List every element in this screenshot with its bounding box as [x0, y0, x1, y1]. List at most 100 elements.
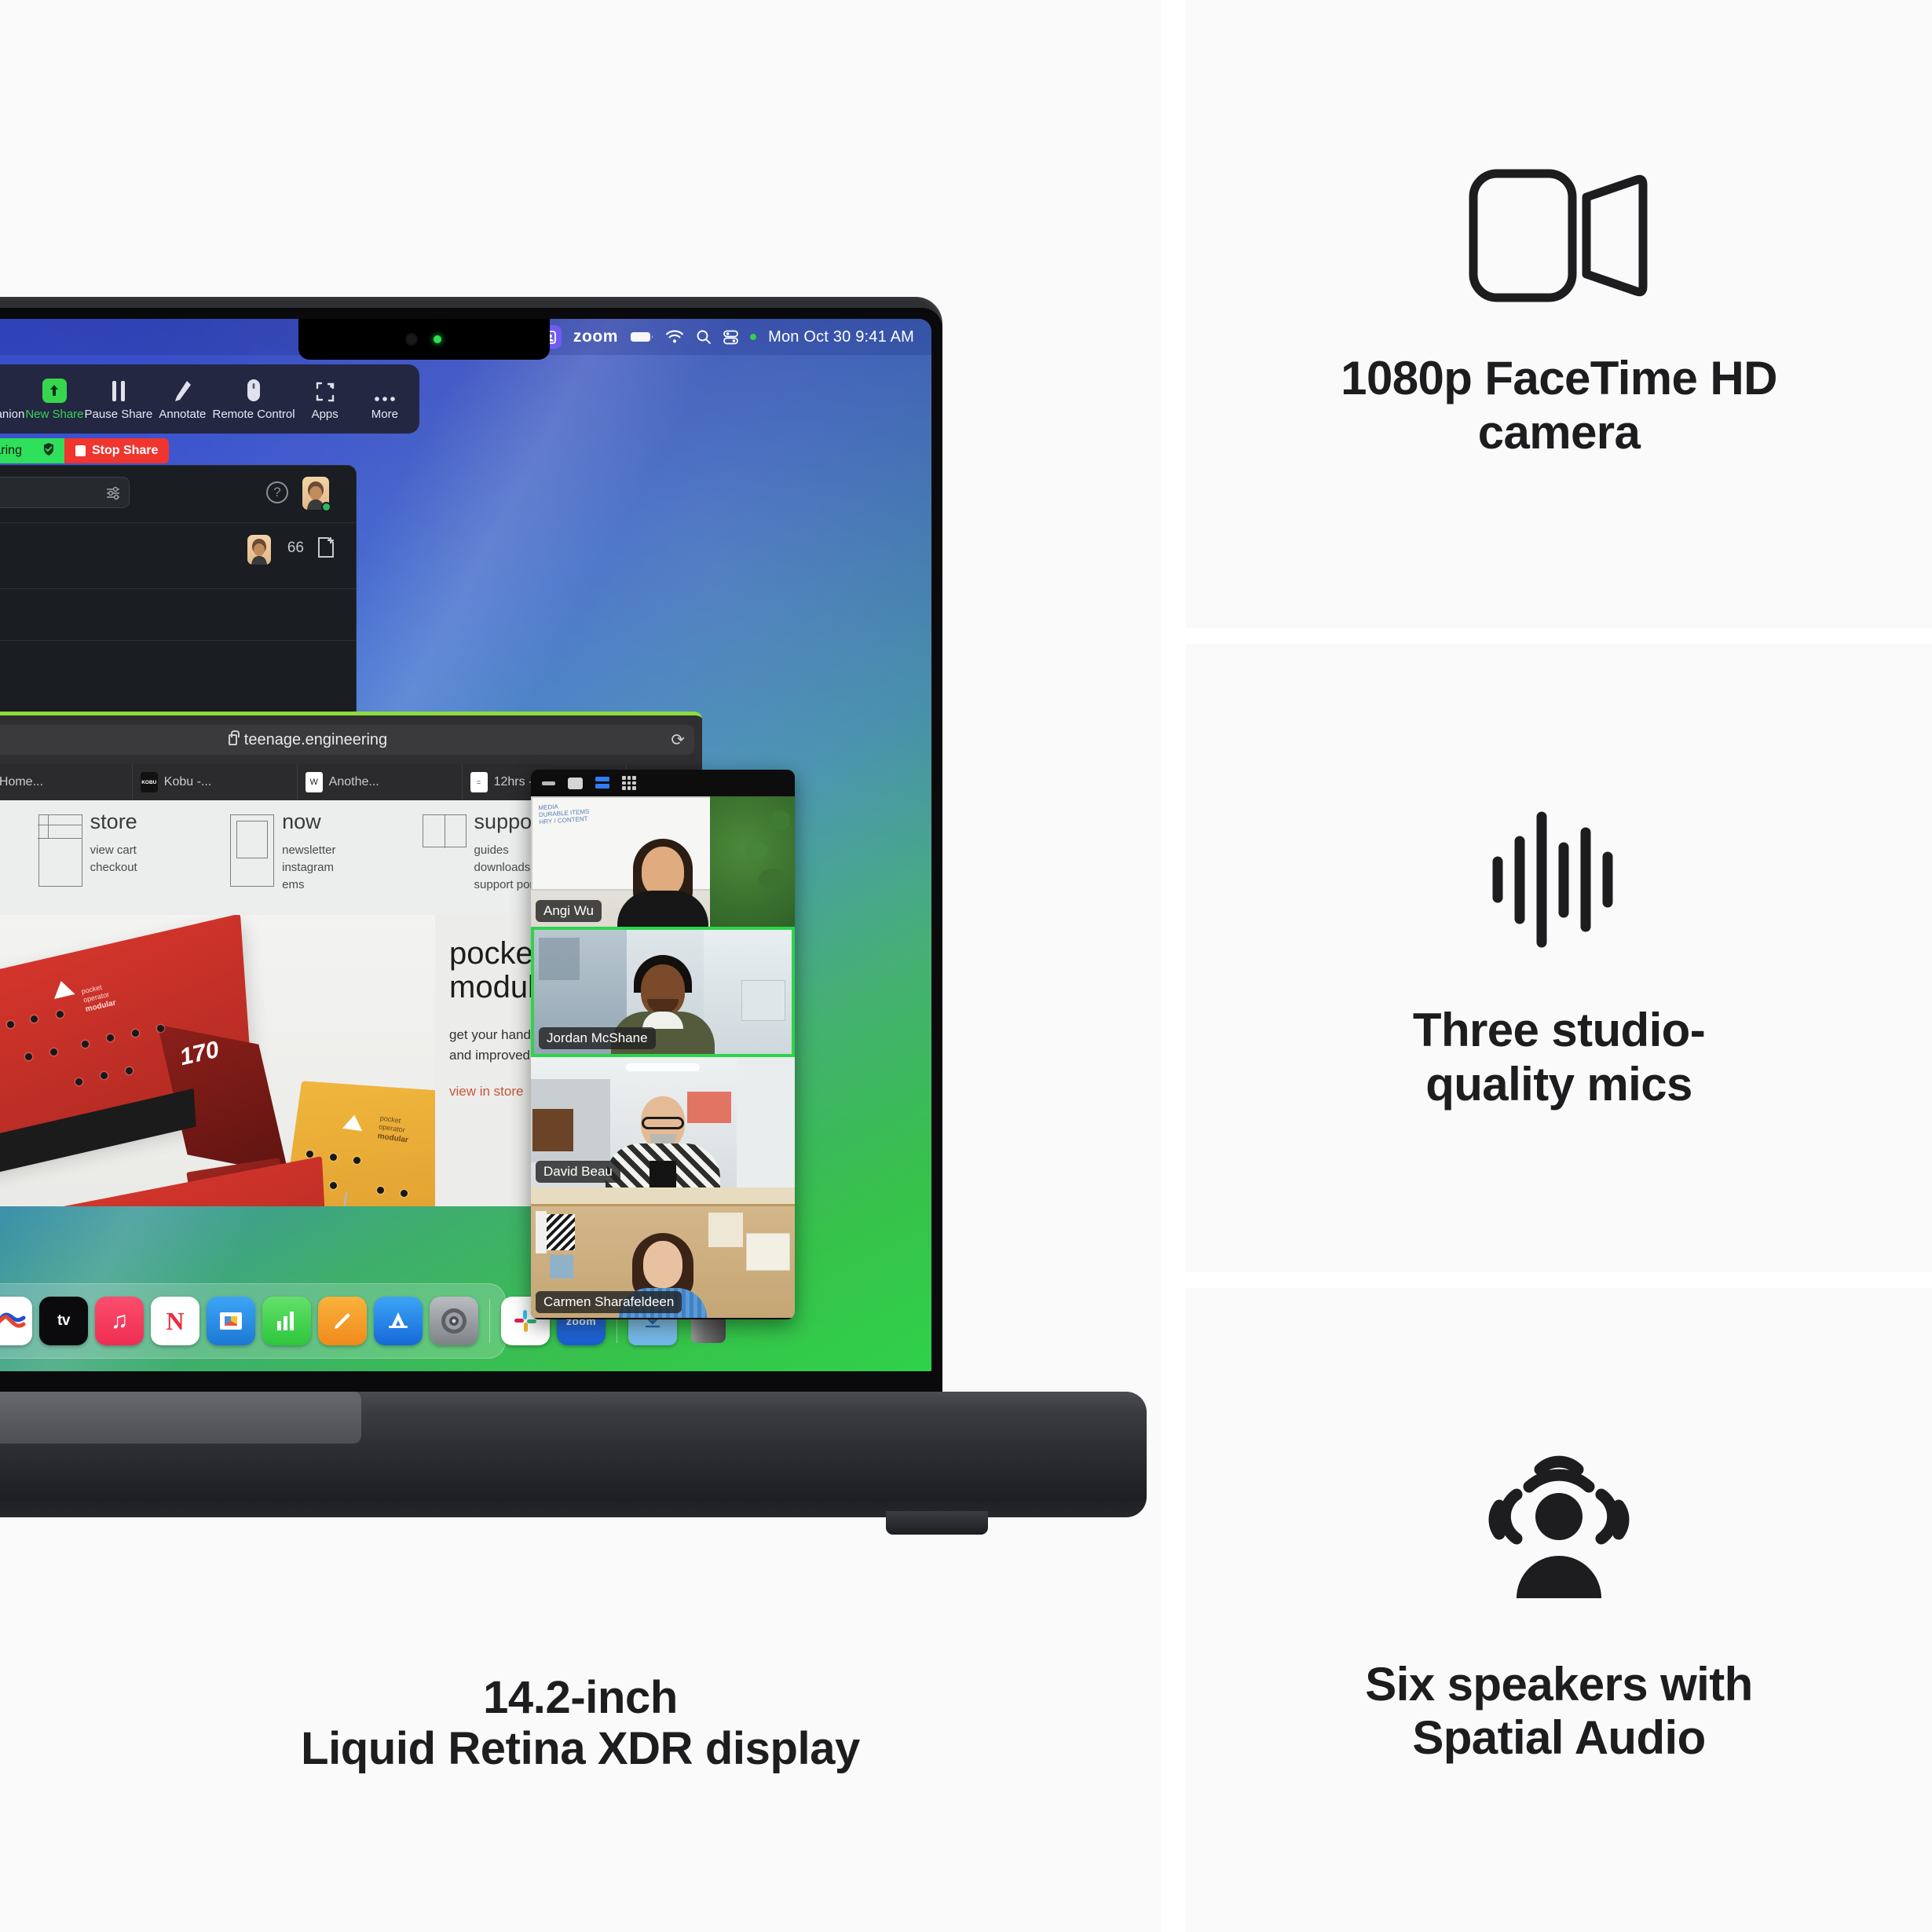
toolbar-item-apps[interactable]: Apps — [295, 378, 355, 421]
toolbar-item-annotate[interactable]: Annotate — [152, 378, 212, 421]
speakers-title-line-1: Six speakers with — [1365, 1657, 1753, 1711]
music-icon[interactable]: ♫ — [95, 1297, 144, 1345]
nav-title: now — [282, 810, 321, 833]
app-search-input[interactable] — [0, 477, 130, 508]
camera-title-line-2: camera — [1477, 405, 1641, 459]
stocks-icon[interactable] — [0, 1297, 32, 1345]
search-icon[interactable] — [696, 329, 712, 345]
participant-tile[interactable]: MEDIA DURABLE ITEMS HRY / CONTENT Angi W… — [531, 796, 795, 927]
numbers-icon[interactable] — [262, 1297, 311, 1345]
safari-toolbar[interactable]: › teenage.engineering ⟳ — [0, 715, 702, 764]
camera-lens-icon — [407, 335, 416, 344]
participant-avatar — [616, 834, 710, 927]
toolbar-item-new-share[interactable]: New Share — [24, 378, 84, 421]
safari-tab[interactable]: KOBU Kobu -... — [133, 764, 298, 800]
toolbar-item-ai-companion[interactable]: AI Companion — [0, 378, 24, 421]
participant-name: Carmen Sharafeldeen — [536, 1291, 682, 1313]
safari-tab[interactable]: W Anothe... — [298, 764, 463, 800]
facetime-camera-icon — [1469, 169, 1649, 306]
participant-tile[interactable]: David Beau — [531, 1057, 795, 1187]
apple-tv-icon[interactable]: tv — [39, 1297, 88, 1345]
gallery-grid-icon[interactable] — [622, 776, 636, 790]
zoom-participant-strip[interactable]: MEDIA DURABLE ITEMS HRY / CONTENT Angi W… — [531, 770, 795, 1319]
system-settings-icon[interactable] — [430, 1297, 478, 1345]
avatar-small — [247, 535, 271, 565]
nav-column-store[interactable]: store view cart checkout — [34, 811, 225, 919]
nav-link[interactable]: view cart — [90, 842, 137, 859]
lock-icon — [228, 730, 240, 745]
safari-tab[interactable]: M Home... — [0, 764, 133, 800]
participant-tile-active-speaker[interactable]: Jordan McShane — [531, 927, 795, 1057]
toolbar-label-annotate: Annotate — [159, 407, 207, 421]
recording-dot-icon — [750, 334, 757, 340]
apps-icon — [314, 378, 336, 403]
menubar-datetime[interactable]: Mon Oct 30 9:41 AM — [768, 328, 914, 346]
stop-share-button[interactable]: Stop Share — [64, 438, 170, 463]
mics-title-line-1: Three studio- — [1412, 1004, 1706, 1057]
macos-dock[interactable]: tv ♫ N zoom — [0, 1283, 726, 1359]
product-feature-grid: zoom Mon Oct 30 9:41 AM nion New Share P… — [0, 0, 1932, 1932]
feature-panel-mics: Three studio- quality mics — [1186, 644, 1932, 1272]
toolbar-item-more[interactable]: More — [355, 378, 415, 421]
nav-link[interactable]: instagram — [282, 859, 335, 876]
caption-line-2: Liquid Retina XDR display — [301, 1722, 860, 1774]
ellipsis-icon — [373, 378, 397, 403]
battery-icon[interactable] — [630, 331, 653, 343]
minimize-icon[interactable] — [542, 781, 555, 785]
nav-link[interactable]: checkout — [90, 859, 137, 876]
menubar-zoom-label: zoom — [573, 327, 619, 346]
nav-link[interactable]: ems — [282, 876, 335, 894]
wifi-icon[interactable] — [665, 330, 684, 344]
nav-links[interactable]: view cart checkout — [90, 842, 137, 876]
zoom-share-toolbar[interactable]: mary AI Companion — [0, 364, 419, 434]
participant-name: Angi Wu — [536, 900, 602, 922]
feature-title-speakers: Six speakers with Spatial Audio — [1365, 1657, 1753, 1766]
camera-indicator-light — [434, 335, 441, 343]
caption-line-1: 14.2-inch — [483, 1672, 678, 1723]
nav-column-products[interactable]: products wireless audio synthesizers des… — [0, 811, 34, 919]
audio-waveform-icon — [1484, 805, 1634, 958]
mouse-icon — [246, 378, 262, 403]
keynote-icon[interactable] — [207, 1297, 255, 1345]
toolbar-label-ai-companion: AI Companion — [0, 407, 25, 421]
share-up-arrow-icon — [42, 378, 67, 403]
mics-title-line-2: quality mics — [1425, 1057, 1692, 1111]
control-center-icon[interactable] — [723, 330, 738, 345]
screen-share-status-bar[interactable]: You are screen sharing Stop Share — [0, 438, 170, 463]
nav-link[interactable]: newsletter — [282, 842, 335, 859]
toolbar-label-more: More — [371, 407, 398, 421]
nav-column-now[interactable]: now newsletter instagram ems — [225, 811, 417, 919]
nav-box-icon — [38, 814, 82, 887]
app-store-icon[interactable] — [374, 1297, 423, 1345]
add-reaction-icon[interactable] — [317, 536, 337, 562]
dock-divider — [489, 1299, 490, 1343]
participant-name: Jordan McShane — [539, 1027, 656, 1049]
tab-label: Home... — [0, 775, 43, 789]
address-bar[interactable]: teenage.engineering ⟳ — [0, 725, 694, 755]
participant-window-controls[interactable] — [531, 770, 795, 796]
help-icon[interactable]: ? — [266, 481, 288, 503]
avatar[interactable] — [302, 477, 331, 512]
feature-panel-speakers: Six speakers with Spatial Audio — [1186, 1288, 1932, 1932]
tab-favicon: = — [470, 772, 488, 792]
row-gap-1 — [1186, 628, 1932, 644]
background-app-window[interactable]: ? 66 — [0, 465, 357, 724]
reaction-count: 66 — [287, 540, 304, 556]
maximize-icon[interactable] — [568, 777, 583, 789]
reload-icon[interactable]: ⟳ — [671, 730, 685, 750]
toolbar-item-pause-share[interactable]: Pause Share — [85, 378, 152, 421]
pages-icon[interactable] — [318, 1297, 367, 1345]
laptop-bezel: zoom Mon Oct 30 9:41 AM nion New Share P… — [0, 308, 942, 1396]
feature-title-mics: Three studio- quality mics — [1412, 1004, 1706, 1111]
participant-tile[interactable]: Carmen Sharafeldeen — [531, 1187, 795, 1318]
share-status-chip: You are screen sharing — [0, 438, 64, 463]
split-view-icon[interactable] — [595, 777, 609, 789]
laptop-base-notch — [0, 1392, 361, 1444]
speakers-title-line-2: Spatial Audio — [1412, 1711, 1706, 1764]
feature-panel-camera: 1080p FaceTime HD camera — [1186, 0, 1932, 628]
left-panel-caption: 14.2-inch Liquid Retina XDR display — [0, 1672, 1161, 1775]
participant-avatar — [604, 1093, 722, 1187]
toolbar-item-remote-control[interactable]: Remote Control — [213, 378, 295, 421]
nav-links[interactable]: newsletter instagram ems — [282, 842, 335, 893]
news-icon[interactable]: N — [151, 1297, 199, 1345]
